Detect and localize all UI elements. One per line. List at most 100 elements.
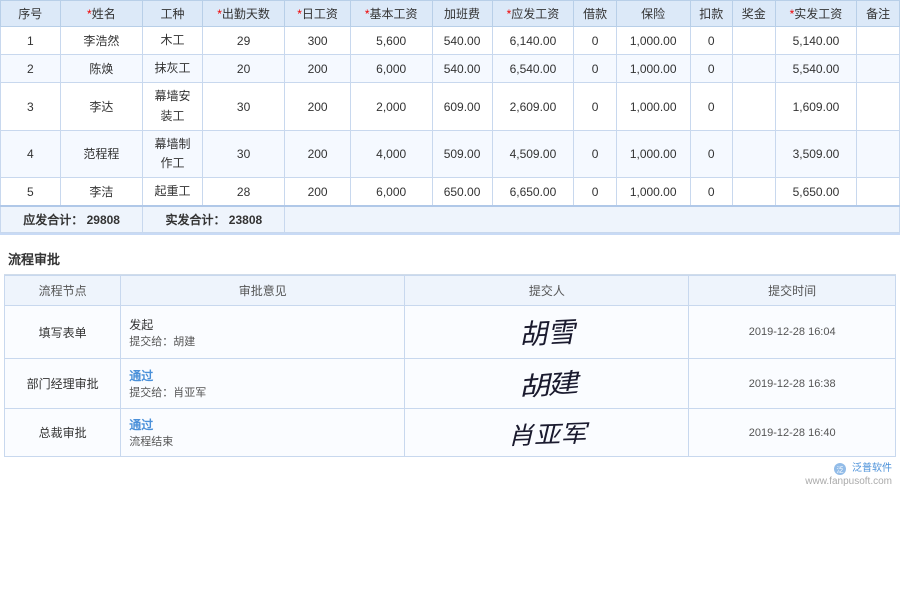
col-header-note: 备注 <box>857 1 900 27</box>
cell-deduction: 0 <box>690 83 733 130</box>
cell-insurance: 1,000.00 <box>616 130 690 177</box>
approval-status: 通过 <box>129 418 153 432</box>
cell-insurance: 1,000.00 <box>616 27 690 55</box>
col-header-basic: *基本工资 <box>350 1 432 27</box>
col-header-overtime: 加班费 <box>432 1 492 27</box>
approval-comment: 通过 提交给：肖亚军 <box>121 359 405 409</box>
cell-bonus <box>733 178 776 207</box>
cell-type: 幕墙制作工 <box>143 130 203 177</box>
col-header-bonus: 奖金 <box>733 1 776 27</box>
cell-deduction: 0 <box>690 27 733 55</box>
cell-overtime: 540.00 <box>432 55 492 83</box>
salary-table-wrapper: 序号 *姓名 工种 *出勤天数 *日工资 *基本工资 加班费 *应发工资 借款 … <box>0 0 900 235</box>
approval-sub: 提交给：肖亚军 <box>129 387 206 399</box>
approval-table: 流程节点 审批意见 提交人 提交时间 填写表单 发起 提交给：胡建 胡雪 201… <box>4 275 896 457</box>
approval-row: 总裁审批 通过 流程结束 肖亚军 2019-12-28 16:40 <box>5 409 896 457</box>
cell-seq: 3 <box>1 83 61 130</box>
approval-submitter: 肖亚军 <box>405 409 689 457</box>
cell-type: 起重工 <box>143 178 203 207</box>
summary-empty <box>285 206 900 233</box>
approval-submitter: 胡雪 <box>405 306 689 359</box>
approval-row: 填写表单 发起 提交给：胡建 胡雪 2019-12-28 16:04 <box>5 306 896 359</box>
cell-overtime: 650.00 <box>432 178 492 207</box>
approval-time: 2019-12-28 16:04 <box>689 306 896 359</box>
cell-loan: 0 <box>574 130 617 177</box>
col-header-actual: *实发工资 <box>775 1 857 27</box>
cell-days: 29 <box>202 27 285 55</box>
cell-bonus <box>733 55 776 83</box>
cell-daily: 200 <box>285 55 350 83</box>
col-header-seq: 序号 <box>1 1 61 27</box>
cell-days: 20 <box>202 55 285 83</box>
col-header-deduction: 扣款 <box>690 1 733 27</box>
cell-deduction: 0 <box>690 178 733 207</box>
cell-loan: 0 <box>574 178 617 207</box>
signature-xiao-yajun: 肖亚军 <box>507 414 587 452</box>
cell-basic: 4,000 <box>350 130 432 177</box>
approval-header-row: 流程节点 审批意见 提交人 提交时间 <box>5 276 896 306</box>
col-header-name: *姓名 <box>60 1 143 27</box>
summary-actual-label: 实发合计： 23808 <box>143 206 285 233</box>
cell-insurance: 1,000.00 <box>616 83 690 130</box>
approval-row: 部门经理审批 通过 提交给：肖亚军 胡建 2019-12-28 16:38 <box>5 359 896 409</box>
cell-overtime: 609.00 <box>432 83 492 130</box>
signature-hu-jian: 胡建 <box>517 363 578 405</box>
col-header-loan: 借款 <box>574 1 617 27</box>
cell-due: 6,650.00 <box>492 178 574 207</box>
cell-actual: 5,540.00 <box>775 55 857 83</box>
approval-col-submitter: 提交人 <box>405 276 689 306</box>
cell-due: 6,540.00 <box>492 55 574 83</box>
approval-sub: 流程结束 <box>129 436 173 448</box>
approval-status-init: 发起 <box>129 318 153 332</box>
cell-actual: 5,650.00 <box>775 178 857 207</box>
cell-deduction: 0 <box>690 55 733 83</box>
cell-note <box>857 27 900 55</box>
col-header-days: *出勤天数 <box>202 1 285 27</box>
cell-actual: 5,140.00 <box>775 27 857 55</box>
approval-comment: 通过 流程结束 <box>121 409 405 457</box>
cell-seq: 2 <box>1 55 61 83</box>
cell-insurance: 1,000.00 <box>616 178 690 207</box>
cell-days: 30 <box>202 130 285 177</box>
cell-name: 陈焕 <box>60 55 143 83</box>
cell-basic: 6,000 <box>350 55 432 83</box>
cell-note <box>857 130 900 177</box>
col-header-daily: *日工资 <box>285 1 350 27</box>
main-container: 序号 *姓名 工种 *出勤天数 *日工资 *基本工资 加班费 *应发工资 借款 … <box>0 0 900 600</box>
cell-bonus <box>733 27 776 55</box>
approval-col-time: 提交时间 <box>689 276 896 306</box>
cell-days: 30 <box>202 83 285 130</box>
cell-bonus <box>733 130 776 177</box>
salary-table: 序号 *姓名 工种 *出勤天数 *日工资 *基本工资 加班费 *应发工资 借款 … <box>0 0 900 233</box>
cell-due: 6,140.00 <box>492 27 574 55</box>
cell-days: 28 <box>202 178 285 207</box>
table-row: 4 范程程 幕墙制作工 30 200 4,000 509.00 4,509.00… <box>1 130 900 177</box>
cell-daily: 200 <box>285 130 350 177</box>
approval-node: 部门经理审批 <box>5 359 121 409</box>
cell-daily: 200 <box>285 83 350 130</box>
svg-text:泛: 泛 <box>837 465 844 474</box>
cell-deduction: 0 <box>690 130 733 177</box>
cell-name: 李洁 <box>60 178 143 207</box>
cell-due: 4,509.00 <box>492 130 574 177</box>
cell-overtime: 540.00 <box>432 27 492 55</box>
table-header-row: 序号 *姓名 工种 *出勤天数 *日工资 *基本工资 加班费 *应发工资 借款 … <box>1 1 900 27</box>
cell-basic: 5,600 <box>350 27 432 55</box>
cell-loan: 0 <box>574 83 617 130</box>
cell-due: 2,609.00 <box>492 83 574 130</box>
approval-section: 流程审批 流程节点 审批意见 提交人 提交时间 填写表单 发起 提交给：胡建 胡… <box>0 243 900 488</box>
cell-name: 李达 <box>60 83 143 130</box>
cell-name: 范程程 <box>60 130 143 177</box>
table-row: 1 李浩然 木工 29 300 5,600 540.00 6,140.00 0 … <box>1 27 900 55</box>
cell-seq: 5 <box>1 178 61 207</box>
approval-sub: 提交给：胡建 <box>129 336 195 348</box>
cell-name: 李浩然 <box>60 27 143 55</box>
col-header-due: *应发工资 <box>492 1 574 27</box>
approval-comment: 发起 提交给：胡建 <box>121 306 405 359</box>
approval-node: 填写表单 <box>5 306 121 359</box>
watermark-url: www.fanpusoft.com <box>805 476 892 487</box>
cell-note <box>857 55 900 83</box>
cell-note <box>857 178 900 207</box>
cell-type: 幕墙安装工 <box>143 83 203 130</box>
cell-loan: 0 <box>574 55 617 83</box>
